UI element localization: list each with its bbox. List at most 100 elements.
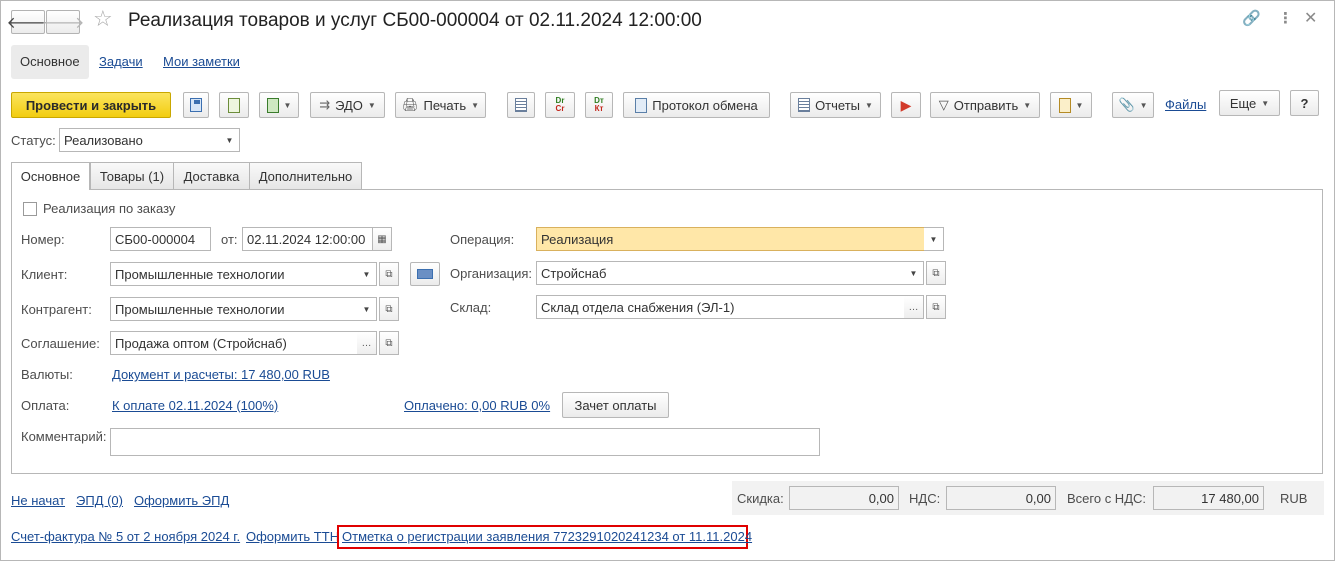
organization-input[interactable]: Стройснаб xyxy=(536,261,905,285)
link-icon[interactable]: 🔗 xyxy=(1242,9,1261,27)
exchange-log-label: Протокол обмена xyxy=(652,97,758,113)
tab-delivery[interactable]: Доставка xyxy=(173,162,250,189)
journal-button[interactable] xyxy=(507,92,535,118)
payment-label: Оплата: xyxy=(21,398,70,413)
comment-input[interactable] xyxy=(110,428,820,456)
date-label: от: xyxy=(221,232,238,247)
cr-label: Cr xyxy=(555,104,565,113)
date-input[interactable]: 02.11.2024 12:00:00 xyxy=(242,227,373,251)
tab-main[interactable]: Основное xyxy=(11,162,90,190)
exchange-log-icon xyxy=(635,97,648,113)
chevron-down-icon: ▼ xyxy=(1261,98,1270,108)
status-select[interactable]: Реализовано xyxy=(59,128,221,152)
save-icon xyxy=(190,98,202,112)
arrow-right-icon: 🡒 xyxy=(41,14,85,32)
client-open-button[interactable]: ⧉ xyxy=(379,262,399,286)
agreement-open-button[interactable]: ⧉ xyxy=(379,331,399,355)
dt-kt-icon: Dт Кт xyxy=(594,97,604,113)
edo-button[interactable]: ⇉ ЭДО ▼ xyxy=(310,92,385,118)
vat-label: НДС: xyxy=(909,491,941,506)
currency-code: RUB xyxy=(1280,491,1308,506)
counterparty-open-button[interactable]: ⧉ xyxy=(379,297,399,321)
open-window-icon: ⧉ xyxy=(932,301,940,313)
exchange-log-button[interactable]: Протокол обмена xyxy=(623,92,770,118)
vat-value: 0,00 xyxy=(946,486,1056,510)
agreement-label: Соглашение: xyxy=(21,336,100,351)
number-input[interactable]: СБ00-000004 xyxy=(110,227,211,251)
organization-label: Организация: xyxy=(450,266,533,281)
paperclip-icon: 📎 xyxy=(1118,97,1135,112)
chevron-down-icon: ▼ xyxy=(1023,100,1032,110)
services-button[interactable]: ▶ xyxy=(891,92,921,118)
counterparty-input[interactable]: Промышленные технологии xyxy=(110,297,358,321)
more-button[interactable]: Еще ▼ xyxy=(1219,90,1280,116)
make-ttn-link[interactable]: Оформить ТТН xyxy=(246,529,339,544)
open-window-icon: ⧉ xyxy=(385,303,393,315)
invoice-link[interactable]: Счет-фактура № 5 от 2 ноября 2024 г. xyxy=(11,529,240,544)
status-label: Статус: xyxy=(11,133,56,148)
status-dropdown-button[interactable]: ▼ xyxy=(220,128,240,152)
operation-dropdown-button[interactable]: ▼ xyxy=(924,227,944,251)
by-order-checkbox[interactable] xyxy=(23,202,37,216)
tasks-button[interactable]: ▼ xyxy=(1050,92,1092,118)
section-notes-link[interactable]: Мои заметки xyxy=(163,45,240,79)
send-label: Отправить xyxy=(953,97,1019,113)
open-window-icon: ⧉ xyxy=(385,337,393,349)
chevron-down-icon: ▼ xyxy=(909,268,918,278)
comment-label: Комментарий: xyxy=(21,429,107,444)
reports-icon xyxy=(798,98,811,112)
organization-dropdown-button[interactable]: ▼ xyxy=(904,261,924,285)
section-tasks-link[interactable]: Задачи xyxy=(99,45,143,79)
operation-select[interactable]: Реализация xyxy=(536,227,925,251)
save-button[interactable] xyxy=(183,92,209,118)
chevron-down-icon: ▼ xyxy=(865,100,873,110)
send-button[interactable]: ▽ Отправить ▼ xyxy=(930,92,1040,118)
warehouse-input[interactable]: Склад отдела снабжения (ЭЛ-1) xyxy=(536,295,905,319)
dt-kt-button[interactable]: Dт Кт xyxy=(585,92,613,118)
section-main[interactable]: Основное xyxy=(11,45,89,79)
post-button[interactable] xyxy=(219,92,249,118)
status-not-started-link[interactable]: Не начат xyxy=(11,493,65,508)
discount-value: 0,00 xyxy=(789,486,899,510)
attach-button[interactable]: 📎 ▼ xyxy=(1112,92,1154,118)
print-button[interactable]: 🖨 Печать ▼ xyxy=(395,92,486,118)
tab-additional[interactable]: Дополнительно xyxy=(249,162,362,189)
client-input[interactable]: Промышленные технологии xyxy=(110,262,358,286)
dr-cr-button[interactable]: Dr Cr xyxy=(545,92,575,118)
make-epd-link[interactable]: Оформить ЭПД xyxy=(134,493,229,508)
organization-open-button[interactable]: ⧉ xyxy=(926,261,946,285)
warehouse-select-button[interactable]: … xyxy=(904,295,924,319)
tab-goods[interactable]: Товары (1) xyxy=(90,162,174,189)
client-label: Клиент: xyxy=(21,267,68,282)
forward-button[interactable]: 🡒 xyxy=(42,10,84,34)
epd-link[interactable]: ЭПД (0) xyxy=(76,493,123,508)
play-triangle-icon: ▶ xyxy=(900,96,912,113)
back-button[interactable]: 🡐 xyxy=(7,10,49,34)
create-based-on-button[interactable]: ▼ xyxy=(259,92,299,118)
warehouse-label: Склад: xyxy=(450,300,492,315)
calendar-button[interactable]: ▦ xyxy=(372,227,392,251)
reports-button[interactable]: Отчеты ▼ xyxy=(790,92,881,118)
more-vertical-icon[interactable]: ⋮ xyxy=(1278,9,1293,27)
agreement-select-button[interactable]: … xyxy=(357,331,377,355)
post-and-close-button[interactable]: Провести и закрыть xyxy=(11,92,171,118)
card-icon xyxy=(417,269,433,279)
payment-offset-button[interactable]: Зачет оплаты xyxy=(562,392,669,418)
chevron-down-icon: ▼ xyxy=(1139,100,1148,110)
close-icon[interactable]: ✕ xyxy=(1304,8,1317,28)
counterparty-label: Контрагент: xyxy=(21,302,92,317)
files-link[interactable]: Файлы xyxy=(1165,97,1206,112)
client-dropdown-button[interactable]: ▼ xyxy=(357,262,377,286)
help-button[interactable]: ? xyxy=(1290,90,1319,116)
print-label: Печать xyxy=(423,97,467,113)
currency-link[interactable]: Документ и расчеты: 17 480,00 RUB xyxy=(112,367,330,382)
counterparty-dropdown-button[interactable]: ▼ xyxy=(357,297,377,321)
favorite-star-icon[interactable]: ☆ xyxy=(93,6,113,32)
paid-link[interactable]: Оплачено: 0,00 RUB 0% xyxy=(404,398,550,413)
warehouse-open-button[interactable]: ⧉ xyxy=(926,295,946,319)
agreement-input[interactable]: Продажа оптом (Стройснаб) xyxy=(110,331,358,355)
registration-mark-link[interactable]: Отметка о регистрации заявления 77232910… xyxy=(342,529,752,544)
payment-link[interactable]: К оплате 02.11.2024 (100%) xyxy=(112,398,278,413)
client-card-button[interactable] xyxy=(410,262,440,286)
create-based-icon xyxy=(266,97,279,113)
